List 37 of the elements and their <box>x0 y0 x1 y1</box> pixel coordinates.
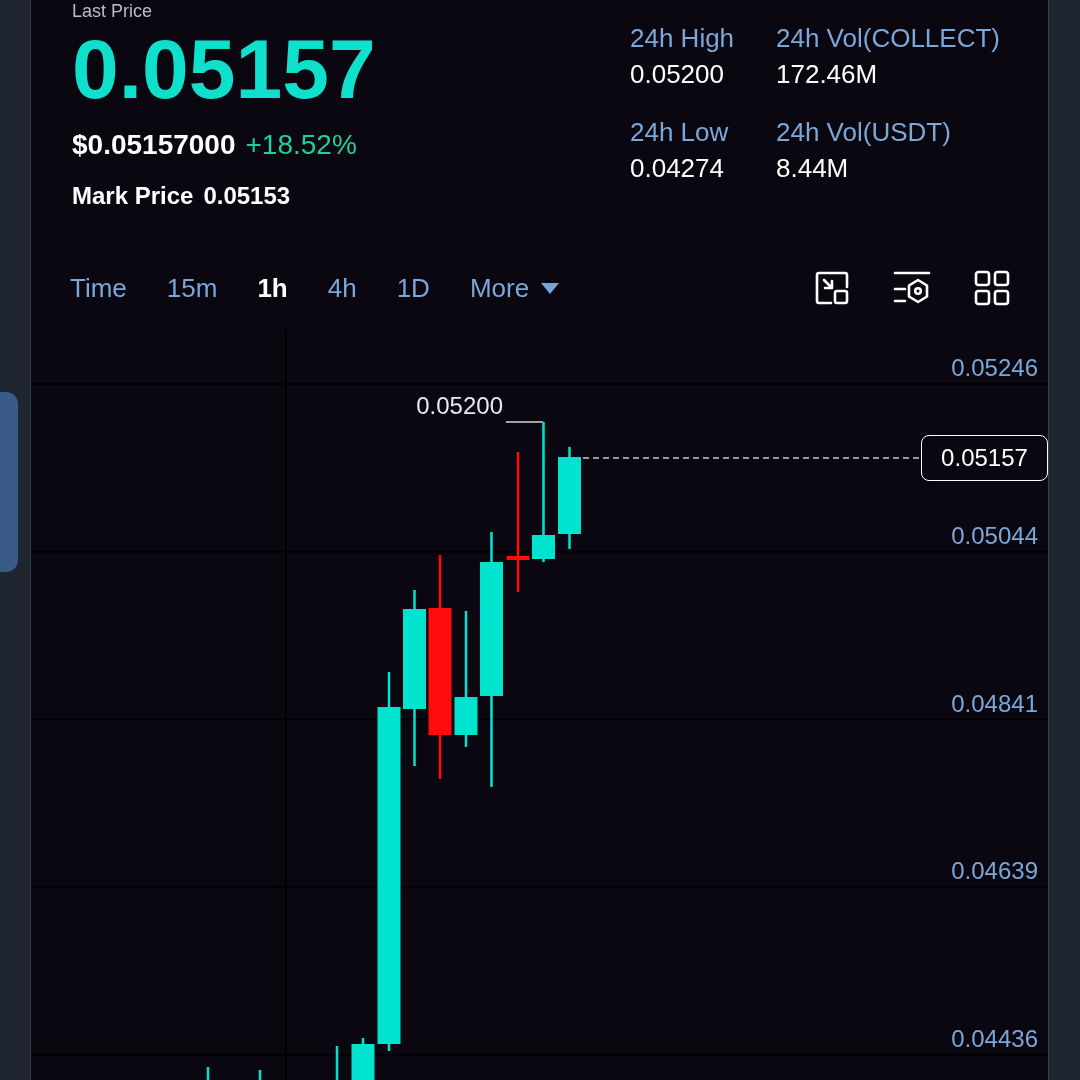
stat-value: 172.46M <box>776 58 878 91</box>
price-axis-label: 0.05246 <box>951 353 1038 383</box>
stat-label: 24h Vol(USDT) <box>776 116 951 149</box>
stat-label: 24h Vol(COLLECT) <box>776 22 1000 55</box>
stat-label: 24h High <box>630 22 735 55</box>
interval-tab[interactable]: More <box>469 272 560 304</box>
candle <box>335 1046 339 1080</box>
leader-line <box>505 421 544 423</box>
interval-tab[interactable]: 15m <box>166 272 218 304</box>
stat-label: 24h Low <box>630 116 729 149</box>
last-price-label: Last Price <box>72 0 153 22</box>
price-axis-label: 0.04639 <box>951 856 1038 887</box>
stat-value: 0.05200 <box>630 58 724 91</box>
mark-price: 0.05153 <box>203 181 291 211</box>
stat-value: 8.44M <box>776 152 849 185</box>
candle <box>206 1067 210 1080</box>
candle <box>258 1070 262 1080</box>
mark-price-label: Mark Price <box>72 181 194 211</box>
corner-arrow-icon[interactable] <box>814 270 850 306</box>
high-price-label: 0.05200 <box>416 391 503 421</box>
interval-tab[interactable]: 4h <box>327 272 357 304</box>
last-price: 0.05157 <box>72 27 376 111</box>
candle <box>351 1038 375 1080</box>
stat-value: 0.04274 <box>630 152 724 185</box>
interval-tab[interactable]: Time <box>70 272 127 304</box>
interval-tab[interactable]: 1h <box>257 272 288 304</box>
side-handle[interactable] <box>0 392 18 572</box>
interval-tab[interactable]: 1D <box>396 272 430 304</box>
last-price-tag: 0.05157 <box>921 435 1048 481</box>
price-axis-label: 0.04436 <box>951 1024 1038 1054</box>
hexagon-lines-icon[interactable] <box>893 270 931 306</box>
price-axis-label: 0.04841 <box>951 688 1038 719</box>
usd-price: $0.05157000 <box>72 128 236 162</box>
caret-icon <box>541 282 560 294</box>
price-axis-label: 0.05044 <box>951 520 1038 551</box>
price-change: +18.52% <box>245 128 357 162</box>
grid-icon[interactable] <box>974 270 1010 306</box>
